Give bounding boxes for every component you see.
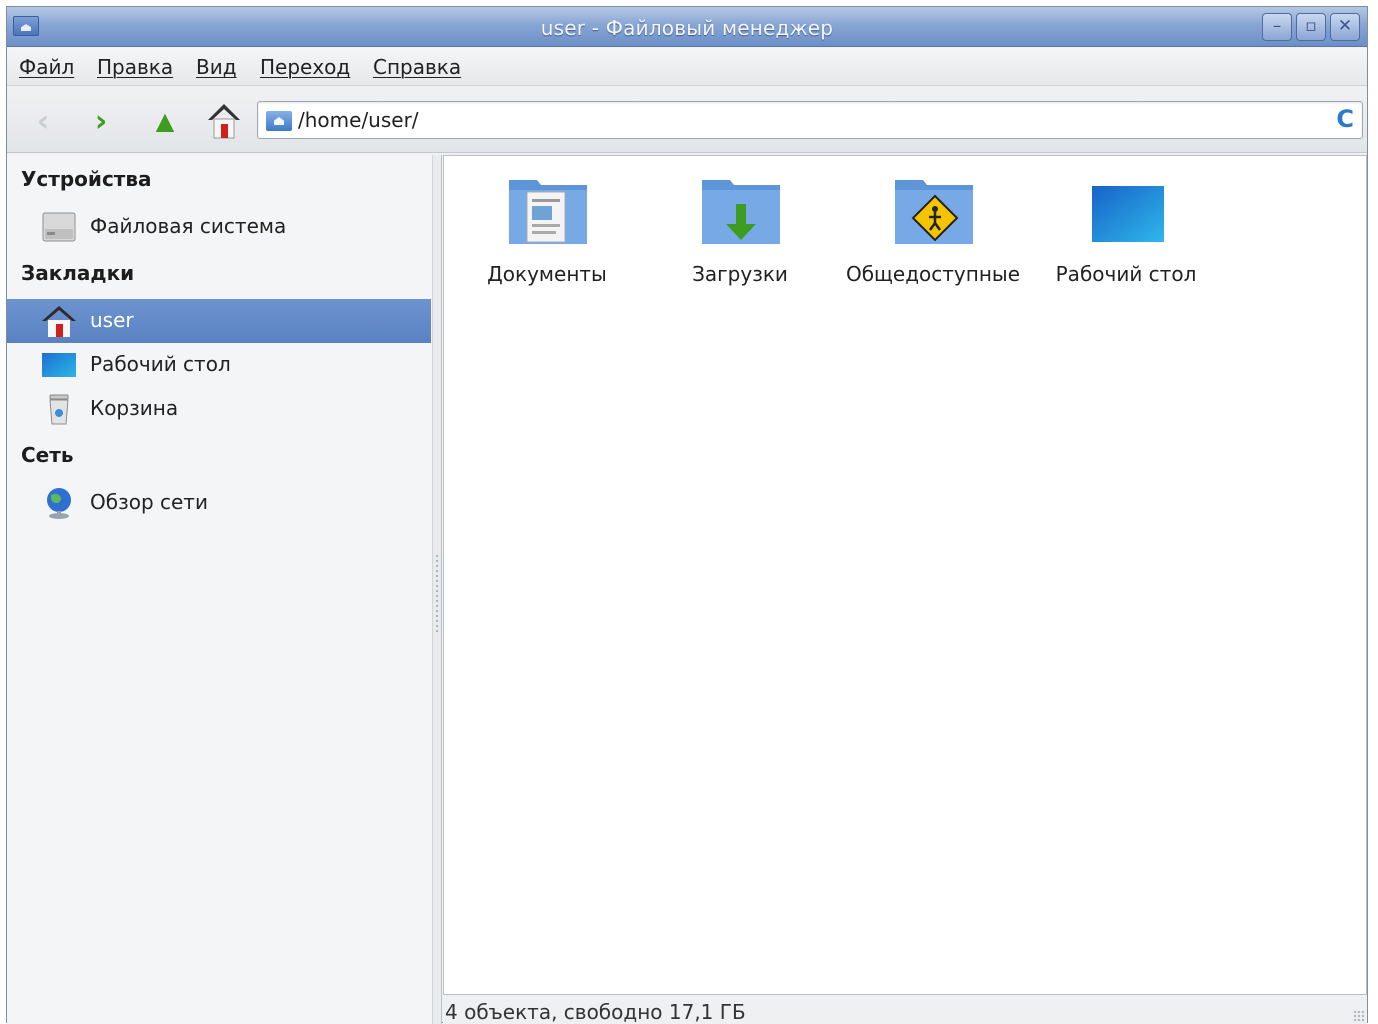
sidebar-item-user[interactable]: user (7, 299, 431, 343)
forward-arrow-icon: › (94, 103, 108, 139)
file-name: Документы (487, 262, 607, 286)
toolbar: ‹ › ▲ /home/user/ C (7, 87, 1367, 153)
menu-help[interactable]: Справка (373, 55, 461, 79)
file-name: Общедоступные (845, 262, 1020, 286)
file-name: Загрузки (692, 262, 788, 286)
harddisk-icon (42, 212, 76, 242)
folder-icon (266, 111, 292, 131)
file-manager-window: user - Файловый менеджер – ▫ ✕ Файл Прав… (6, 6, 1368, 1024)
sidebar-item-filesystem[interactable]: Файловая система (7, 205, 431, 249)
desktop-folder-icon (1092, 186, 1164, 242)
forward-button[interactable]: › (81, 101, 121, 141)
close-icon: ✕ (1337, 16, 1353, 36)
sidebar-item-label: Рабочий стол (90, 352, 231, 376)
file-item-public[interactable]: Общедоступные (838, 174, 1028, 294)
sidebar-item-label: user (90, 308, 134, 332)
sidebar-item-desktop[interactable]: Рабочий стол (7, 343, 431, 387)
status-bar: 4 объекта, свободно 17,1 ГБ (443, 997, 1367, 1024)
file-item-desktop[interactable]: Рабочий стол (1031, 174, 1221, 294)
back-arrow-icon: ‹ (36, 103, 50, 139)
maximize-button[interactable]: ▫ (1296, 13, 1326, 41)
resize-grip[interactable] (1353, 1010, 1365, 1022)
sidebar-item-network[interactable]: Обзор сети (7, 481, 431, 525)
home-icon (208, 104, 240, 139)
menu-go[interactable]: Переход (260, 55, 350, 79)
sidebar-item-label: Корзина (90, 396, 179, 420)
devices-heading: Устройства (21, 167, 152, 191)
window-title: user - Файловый менеджер (540, 16, 834, 40)
minimize-icon: – (1272, 16, 1282, 36)
location-path[interactable]: /home/user/ (298, 108, 419, 132)
file-view[interactable]: Документы Загрузки Общедоступные Рабочий… (443, 155, 1367, 995)
sidebar-item-trash[interactable]: Корзина (7, 387, 431, 431)
network-globe-icon (47, 488, 71, 519)
menu-file[interactable]: Файл (19, 55, 74, 79)
location-bar[interactable]: /home/user/ C (257, 101, 1363, 139)
public-folder-icon (895, 180, 973, 244)
sidebar-item-label: Обзор сети (90, 490, 208, 514)
title-bar[interactable]: user - Файловый менеджер – ▫ ✕ (7, 7, 1367, 47)
bookmarks-heading: Закладки (21, 261, 135, 285)
documents-folder-icon (509, 180, 587, 244)
home-icon (42, 306, 76, 337)
back-button[interactable]: ‹ (23, 101, 63, 141)
up-arrow-icon: ▲ (155, 107, 175, 135)
menu-bar: Файл Правка Вид Переход Справка (7, 48, 1367, 86)
downloads-folder-icon (702, 180, 780, 244)
splitter-grip (436, 555, 438, 635)
menu-edit[interactable]: Правка (97, 55, 173, 79)
maximize-icon: ▫ (1305, 16, 1317, 36)
minimize-button[interactable]: – (1262, 13, 1292, 41)
sidebar-item-label: Файловая система (90, 214, 287, 238)
trash-icon (49, 394, 69, 425)
network-heading: Сеть (21, 443, 74, 467)
close-button[interactable]: ✕ (1330, 13, 1360, 41)
up-button[interactable]: ▲ (145, 101, 185, 141)
pane-splitter[interactable] (432, 155, 442, 1024)
status-text: 4 объекта, свободно 17,1 ГБ (445, 1000, 746, 1024)
file-name: Рабочий стол (1055, 262, 1197, 286)
home-button[interactable] (204, 101, 244, 141)
reload-icon[interactable]: C (1336, 105, 1354, 133)
file-item-downloads[interactable]: Загрузки (645, 174, 835, 294)
side-pane: Устройства Файловая система Закладки use… (7, 155, 432, 1024)
desktop-icon (42, 353, 76, 377)
file-item-documents[interactable]: Документы (452, 174, 642, 294)
menu-view[interactable]: Вид (196, 55, 237, 79)
